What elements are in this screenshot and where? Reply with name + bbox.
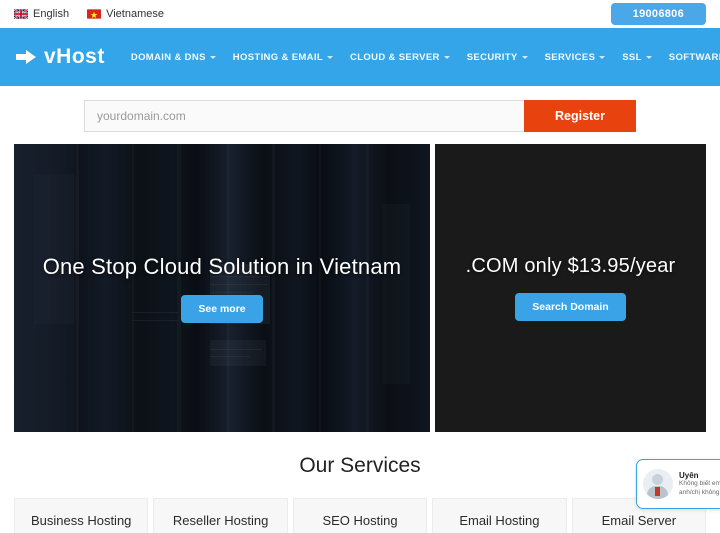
see-more-button[interactable]: See more <box>181 294 263 323</box>
chat-agent-avatar <box>643 469 673 499</box>
domain-search-section: Register <box>0 86 720 144</box>
banner-right-title: .COM only $13.95/year <box>465 255 676 277</box>
services-heading: Our Services <box>299 454 421 477</box>
language-label-english: English <box>33 8 70 20</box>
live-chat-widget[interactable]: Uyên Không biết em anh/chị không <box>636 459 720 509</box>
nav-item-cloud-server[interactable]: CLOUD & SERVER <box>350 52 450 63</box>
chat-message-line1: Không biết em <box>679 479 720 487</box>
uk-flag-icon <box>14 9 28 19</box>
service-cards: Business Hosting Free trial 7 days Resel… <box>0 498 720 533</box>
main-navigation: vHost DOMAIN & DNS HOSTING & EMAIL CLOUD… <box>0 28 720 86</box>
site-logo[interactable]: vHost <box>14 45 105 69</box>
banner-cloud-solution[interactable]: One Stop Cloud Solution in Vietnam See m… <box>14 144 430 432</box>
nav-label: SECURITY <box>466 51 518 63</box>
nav-label: SERVICES <box>544 51 596 63</box>
service-card-title: Reseller Hosting <box>172 513 269 528</box>
nav-item-services[interactable]: SERVICES <box>545 52 606 63</box>
service-card-title: Email Server <box>601 513 677 528</box>
banner-left-title: One Stop Cloud Solution in Vietnam <box>42 253 402 279</box>
nav-item-security[interactable]: SECURITY <box>467 52 528 63</box>
service-card-title: Email Hosting <box>459 513 540 528</box>
search-domain-button[interactable]: Search Domain <box>515 293 626 321</box>
chevron-down-icon <box>327 55 334 59</box>
service-card-business-hosting[interactable]: Business Hosting Free trial 7 days <box>14 498 149 533</box>
nav-label: SOFTWARE <box>668 51 720 63</box>
nav-items: DOMAIN & DNS HOSTING & EMAIL CLOUD & SER… <box>131 52 720 63</box>
chevron-down-icon <box>599 55 606 59</box>
service-card-email-hosting[interactable]: Email Hosting Free trial 7 days <box>432 498 567 533</box>
nav-label: SSL <box>622 51 642 63</box>
nav-item-ssl[interactable]: SSL <box>622 52 652 63</box>
language-option-english[interactable]: English <box>14 8 69 20</box>
chevron-down-icon <box>443 55 450 59</box>
service-card-reseller-hosting[interactable]: Reseller Hosting Free trial 7 days <box>153 498 288 533</box>
top-bar: English Vietnamese 19006806 <box>0 0 720 28</box>
nav-item-hosting-email[interactable]: HOSTING & EMAIL <box>232 51 334 63</box>
logo-text: vHost <box>44 45 105 68</box>
chevron-down-icon <box>521 55 528 59</box>
nav-label: HOSTING & EMAIL <box>232 51 324 63</box>
register-button[interactable]: Register <box>524 100 636 132</box>
chevron-down-icon <box>209 55 216 59</box>
chevron-down-icon <box>645 55 652 59</box>
hero-banners: One Stop Cloud Solution in Vietnam See m… <box>0 144 720 432</box>
domain-search-input[interactable] <box>84 100 524 132</box>
vietnam-flag-icon <box>87 9 102 19</box>
nav-label: DOMAIN & DNS <box>130 51 206 63</box>
service-card-title: SEO Hosting <box>322 513 398 528</box>
domain-search-row: Register <box>84 100 636 132</box>
chat-message-line2: anh/chị không <box>679 488 720 496</box>
language-label-vietnamese: Vietnamese <box>106 8 164 20</box>
nav-item-domain-dns[interactable]: DOMAIN & DNS <box>131 52 216 63</box>
chat-agent-name: Uyên <box>679 470 699 480</box>
service-card-title: Business Hosting <box>30 513 132 528</box>
language-option-vietnamese[interactable]: Vietnamese <box>87 8 164 20</box>
banner-com-promo[interactable]: .COM only $13.95/year Search Domain <box>435 144 706 432</box>
hotline-button[interactable]: 19006806 <box>610 3 706 25</box>
service-card-seo-hosting[interactable]: SEO Hosting Free trial 7 days <box>292 498 428 533</box>
arrow-logo-icon <box>16 50 36 64</box>
nav-label: CLOUD & SERVER <box>350 51 440 63</box>
language-switcher: English Vietnamese <box>14 8 164 20</box>
nav-item-software[interactable]: SOFTWARE <box>669 52 720 63</box>
